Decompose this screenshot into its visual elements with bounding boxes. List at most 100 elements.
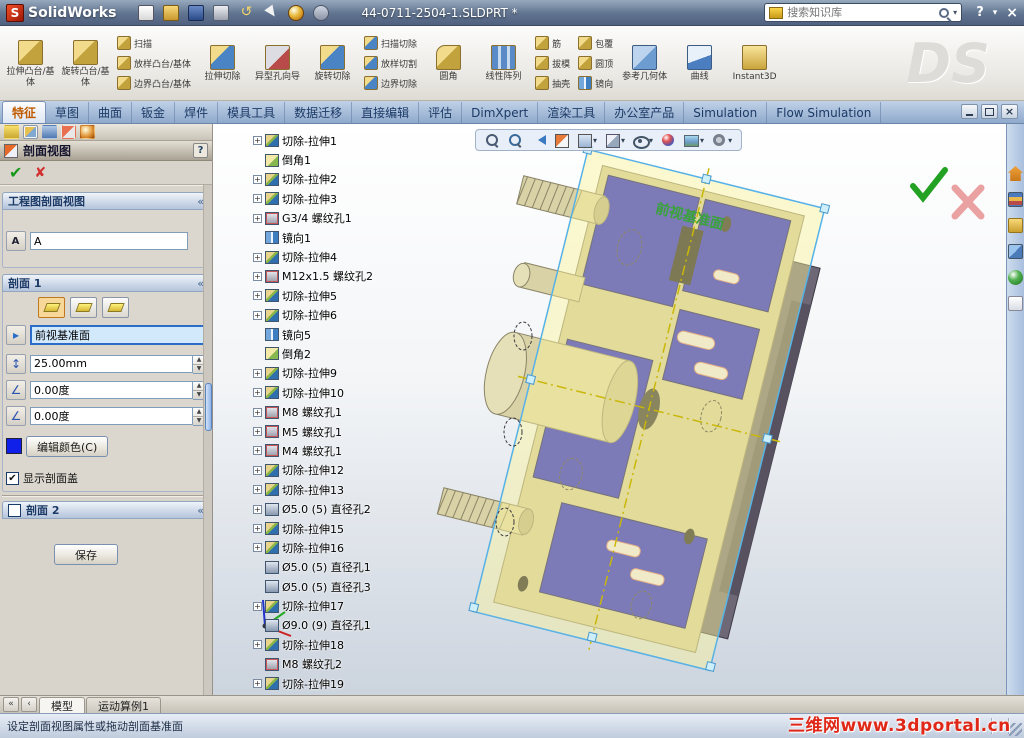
zoom-fit-button[interactable] [485, 133, 500, 148]
home-icon[interactable] [1008, 166, 1023, 181]
tree-item[interactable]: + 切除-拉伸6 [253, 306, 443, 325]
edit-color-button[interactable]: 编辑颜色(C) [26, 435, 109, 457]
tree-item[interactable]: + 切除-拉伸16 [253, 538, 443, 557]
section-label-input[interactable] [30, 232, 188, 250]
tree-item[interactable]: + M5 螺纹孔1 [253, 422, 443, 441]
ok-button[interactable]: ✔ [9, 163, 22, 182]
tree-item[interactable]: +镜向1 [253, 228, 443, 247]
titlebar-expand-icon[interactable]: ▾ [993, 8, 998, 18]
tree-item[interactable]: +Ø9.0 (9) 直径孔1 [253, 616, 443, 635]
toolbar-button-instant3d[interactable]: Instant3D [728, 41, 781, 84]
tab-DimXpert[interactable]: DimXpert [462, 102, 539, 123]
section-color-swatch[interactable] [6, 438, 22, 454]
toolbar-button-sweep[interactable]: 扫描 [117, 35, 191, 51]
tree-item[interactable]: +M8 螺纹孔2 [253, 655, 443, 674]
dropdown-caret-icon[interactable]: ▾ [593, 136, 597, 145]
tab-Flow Simulation[interactable]: Flow Simulation [767, 102, 882, 123]
expand-icon[interactable]: + [253, 504, 262, 514]
restore-icon[interactable] [981, 104, 998, 119]
tree-item[interactable]: + 切除-拉伸17 [253, 596, 443, 615]
toolbar-button-loft[interactable]: 放样凸台/基体 [117, 55, 191, 71]
tab-曲面[interactable]: 曲面 [89, 102, 133, 123]
section2-group-header[interactable]: ✔ 剖面 2 « [2, 501, 210, 519]
save-button[interactable]: 保存 [54, 544, 118, 565]
expand-icon[interactable]: + [253, 640, 262, 650]
tree-item[interactable]: + M4 螺纹孔1 [253, 441, 443, 460]
tree-item[interactable]: + Ø5.0 (5) 直径孔2 [253, 499, 443, 518]
offset-distance-input[interactable] [30, 354, 193, 373]
expand-icon[interactable]: + [253, 679, 262, 689]
tree-item[interactable]: + 切除-拉伸15 [253, 519, 443, 538]
cancel-button[interactable]: ✘ [34, 165, 46, 181]
tab-scroll-prev-icon[interactable]: ‹ [21, 697, 37, 712]
open-icon[interactable] [163, 4, 180, 21]
section1-group-header[interactable]: 剖面 1 « [2, 274, 210, 292]
expand-icon[interactable]: + [253, 427, 262, 437]
view-settings-button[interactable]: ▾ [712, 133, 732, 148]
toolbar-button-dome[interactable]: 圆顶 [578, 55, 613, 71]
close-document-icon[interactable]: × [1001, 104, 1018, 119]
hide-show-button[interactable]: ▾ [633, 133, 653, 149]
tab-草图[interactable]: 草图 [46, 102, 90, 123]
feature-manager-icon[interactable] [4, 125, 19, 139]
y-rotation-input[interactable] [30, 406, 193, 425]
display-manager-icon[interactable] [80, 125, 95, 139]
tab-数据迁移[interactable]: 数据迁移 [285, 102, 353, 123]
tree-item[interactable]: +镜向5 [253, 325, 443, 344]
new-document-icon[interactable] [138, 4, 155, 21]
dimxpert-manager-icon[interactable] [61, 125, 76, 139]
tree-item[interactable]: +倒角1 [253, 150, 443, 169]
toolbar-button-revolve-boss[interactable]: 旋转凸台/基体 [59, 36, 112, 90]
view-orientation-button[interactable]: ▾ [577, 133, 597, 148]
file-explorer-icon[interactable] [1008, 218, 1023, 233]
help-button[interactable]: ? [976, 5, 984, 20]
tab-Simulation[interactable]: Simulation [684, 102, 768, 123]
panel-help-icon[interactable]: ? [193, 143, 208, 158]
tree-item[interactable]: + 切除-拉伸5 [253, 286, 443, 305]
expand-icon[interactable]: + [253, 543, 262, 553]
x-rotation-input[interactable] [30, 380, 193, 399]
tab-模型[interactable]: 模型 [39, 697, 85, 713]
expand-icon[interactable]: + [253, 407, 262, 417]
tree-item[interactable]: + G3/4 螺纹孔1 [253, 209, 443, 228]
toolbar-button-extrude-boss[interactable]: 拉伸凸台/基体 [4, 36, 57, 90]
undo-icon[interactable]: ↺ [238, 4, 254, 21]
expand-icon[interactable]: + [253, 252, 262, 262]
search-icon[interactable] [939, 7, 950, 18]
scene-button[interactable]: ▾ [684, 133, 704, 148]
appearances-icon[interactable] [1008, 270, 1023, 285]
expand-icon[interactable]: + [253, 310, 262, 320]
tree-item[interactable]: +Ø5.0 (5) 直径孔3 [253, 577, 443, 596]
tree-item[interactable]: + 切除-拉伸4 [253, 247, 443, 266]
zoom-area-button[interactable] [508, 133, 523, 148]
viewport-ok-icon[interactable] [910, 167, 948, 203]
expand-icon[interactable]: + [253, 174, 262, 184]
tree-item[interactable]: +倒角2 [253, 344, 443, 363]
toolbar-button-boundary[interactable]: 边界凸台/基体 [117, 75, 191, 91]
options-icon[interactable] [313, 4, 330, 21]
tree-item[interactable]: +Ø5.0 (5) 直径孔1 [253, 558, 443, 577]
toolbar-button-reference-geometry[interactable]: 参考几何体 [618, 41, 671, 84]
tree-item[interactable]: + 切除-拉伸10 [253, 383, 443, 402]
custom-properties-icon[interactable] [1008, 296, 1023, 311]
toolbar-button-shell[interactable]: 抽壳 [535, 75, 570, 91]
search-dropdown-icon[interactable]: ▾ [953, 8, 957, 17]
expand-icon[interactable]: + [253, 194, 262, 204]
expand-icon[interactable]: + [253, 291, 262, 301]
section-view-button[interactable] [554, 133, 569, 148]
rebuild-icon[interactable] [288, 4, 305, 21]
tab-办公室产品[interactable]: 办公室产品 [605, 102, 685, 123]
property-manager-icon[interactable] [23, 125, 38, 139]
toolbar-button-rib[interactable]: 筋 [535, 35, 570, 51]
viewport-cancel-icon[interactable] [951, 184, 985, 220]
tree-item[interactable]: + 切除-拉伸1 [253, 131, 443, 150]
expand-icon[interactable]: + [253, 136, 262, 146]
expand-icon[interactable]: + [253, 388, 262, 398]
tab-焊件[interactable]: 焊件 [175, 102, 219, 123]
tab-渲染工具[interactable]: 渲染工具 [538, 102, 606, 123]
design-library-icon[interactable] [1008, 192, 1023, 207]
toolbar-button-extrude-cut[interactable]: 拉伸切除 [196, 41, 249, 84]
section2-checkbox[interactable]: ✔ [8, 503, 21, 517]
save-icon[interactable] [188, 4, 205, 21]
expand-icon[interactable]: + [253, 446, 262, 456]
